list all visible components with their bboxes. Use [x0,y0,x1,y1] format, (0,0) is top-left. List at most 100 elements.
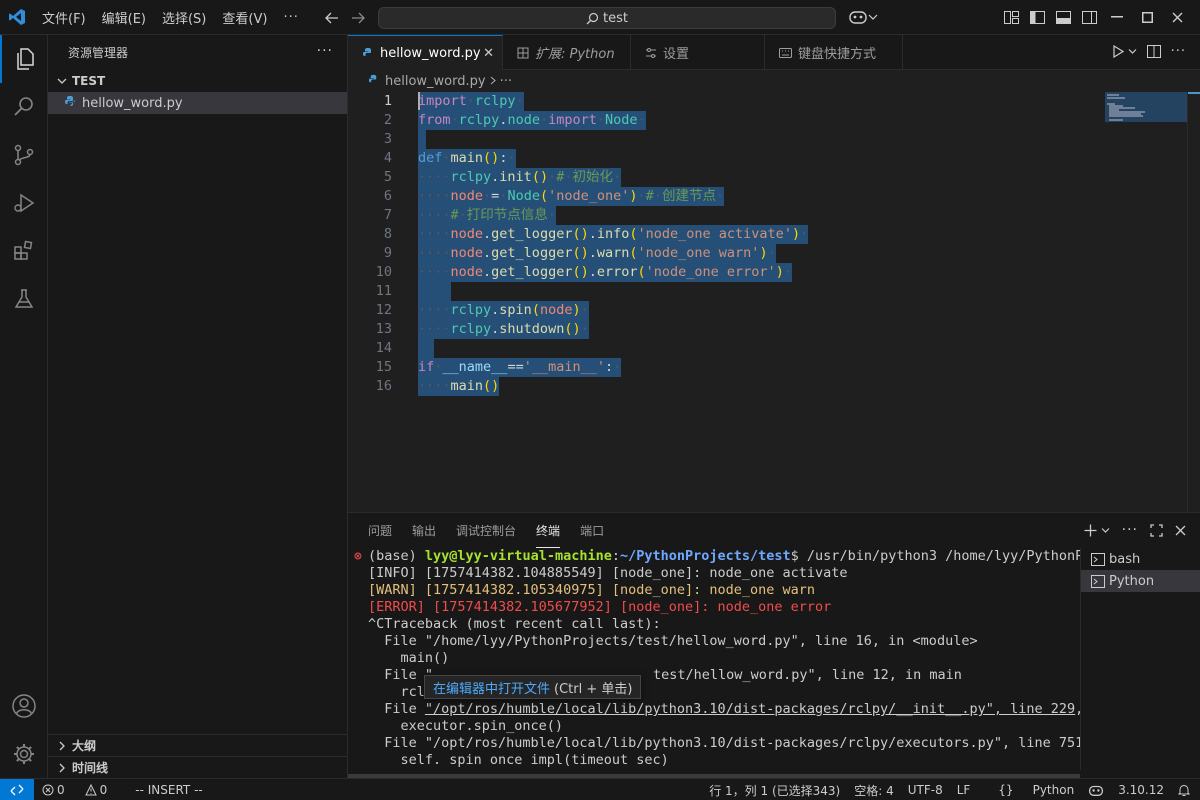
code-editor[interactable]: 1 import·rclpy· 2 from·rclpy.node·import·N… [348,92,1200,512]
code-text: ····rclpy.shutdown()· [418,320,589,339]
outline-section[interactable]: 大纲 [48,734,348,756]
minimize-icon[interactable] [1110,9,1124,25]
close-tab-icon[interactable]: ✕ [483,46,494,61]
vim-mode[interactable]: -- INSERT -- [135,783,202,797]
remote-indicator-icon[interactable] [0,779,34,800]
terminal-output[interactable]: ⊗ (base) lyy@lyy-virtual-machine:~/Pytho… [348,548,1080,770]
menu-file[interactable]: 文件(F) [42,8,86,27]
end-of-line[interactable]: LF [957,783,971,797]
maximize-icon[interactable] [1140,9,1154,25]
explorer-icon[interactable] [0,35,48,83]
copilot-button[interactable] [848,9,878,25]
file-tree-item[interactable]: hellow_word.py [48,92,347,114]
settings-sliders-icon [645,47,657,59]
terminal-label: bash [1109,551,1141,567]
python-file-icon [362,47,374,59]
notifications-bell-icon[interactable] [1178,784,1190,797]
tab-extension-python[interactable]: 扩展: Python [503,35,631,70]
tab-terminal[interactable]: 终端 [536,513,561,548]
source-control-icon[interactable] [0,131,48,179]
terminal-item-python[interactable]: Python [1081,570,1200,592]
tab-label: 键盘快捷方式 [798,47,877,62]
tab-keyboard-shortcuts[interactable]: 键盘快捷方式 [765,35,903,70]
chevron-down-icon[interactable] [1101,527,1110,534]
code-line: 1 import·rclpy· [348,92,1108,111]
problems-status[interactable]: 0 0 [42,783,121,797]
customize-layout-icon[interactable] [1002,9,1020,25]
tab-ports[interactable]: 端口 [580,513,604,548]
file-link[interactable]: "/opt/ros/humble/local/lib/python3.10/di… [425,701,1075,717]
layout-controls [1002,9,1106,25]
split-editor-icon[interactable] [1146,45,1161,58]
toggle-secondary-sidebar-icon[interactable] [1080,9,1098,25]
tab-problems[interactable]: 问题 [368,513,392,548]
copilot-status-icon[interactable] [1088,784,1104,797]
code-text [418,282,451,301]
line-number: 9 [383,245,392,261]
close-panel-icon[interactable] [1175,525,1186,536]
cursor-position[interactable]: 行 1，列 1 (已选择343) [709,782,840,799]
maximize-panel-icon[interactable] [1150,523,1163,537]
code-text: import·rclpy· [418,92,524,111]
menu-view[interactable]: 查看(V) [222,8,267,27]
keyboard-icon [779,47,792,58]
settings-gear-icon[interactable] [0,730,48,778]
back-arrow-icon[interactable] [320,9,344,27]
code-text: def·main():· [418,149,516,168]
more-actions-icon[interactable]: ··· [317,43,333,59]
breadcrumb-file[interactable]: hellow_word.py [385,74,486,89]
tab-label: 设置 [663,47,690,62]
sidebar-header: 资源管理器 ··· [48,35,347,70]
extensions-icon[interactable] [0,227,48,275]
encoding[interactable]: UTF-8 [908,783,943,797]
more-actions-icon[interactable]: ··· [1122,522,1138,538]
run-debug-icon[interactable] [0,179,48,227]
chevron-down-icon [868,14,878,20]
workspace-folder[interactable]: TEST [48,70,347,92]
tab-settings[interactable]: 设置 [631,35,765,70]
close-window-icon[interactable] [1170,9,1184,25]
menu-edit[interactable]: 编辑(E) [102,8,146,27]
forward-arrow-icon[interactable] [346,9,370,27]
minimap[interactable] [1105,92,1187,122]
account-icon[interactable] [0,682,48,730]
terminal-icon [1091,552,1105,566]
warning-icon [84,784,97,796]
tab-hellow-word[interactable]: hellow_word.py ✕ [348,35,503,70]
python-version[interactable]: 3.10.12 [1118,783,1164,797]
open-in-editor-link[interactable]: 在编辑器中打开文件 [433,678,550,697]
menu-more[interactable]: ··· [283,10,298,25]
code-line: 7 ····#·打印节点信息· [348,206,1108,225]
code-line: 15 if·__name__=='__main__':· [348,358,1108,377]
timeline-label: 时间线 [72,761,109,775]
indentation[interactable]: 空格: 4 [854,782,894,799]
chevron-down-icon[interactable] [1128,48,1137,55]
terminal-line: [WARN] [1757414382.105340975] [node_one]… [368,582,816,598]
language-mode[interactable]: {} Python [984,783,1074,797]
tab-debug-console[interactable]: 调试控制台 [456,513,516,548]
search-view-icon[interactable] [0,83,48,131]
terminal-line: executor.spin_once() [368,718,564,734]
breadcrumb-symbols[interactable]: ··· [500,74,512,89]
tab-output[interactable]: 输出 [412,513,436,548]
terminal-line: [ERROR] [1757414382.105677952] [node_one… [368,599,832,615]
error-decoration-icon[interactable]: ⊗ [354,549,362,564]
line-number: 8 [383,226,392,242]
code-text: ····#·打印节点信息· [418,206,556,225]
run-python-file-icon[interactable] [1112,45,1124,58]
testing-icon[interactable] [0,275,48,323]
code-text: ····node.get_logger().info('node_one act… [418,225,809,244]
terminal-item-bash[interactable]: bash [1081,548,1200,570]
new-terminal-icon[interactable] [1084,524,1097,537]
timeline-section[interactable]: 时间线 [48,756,348,778]
terminal-icon [1091,574,1105,588]
editor-scrollbar[interactable] [1187,92,1200,512]
toggle-primary-sidebar-icon[interactable] [1028,9,1046,25]
code-line: 10 ····node.get_logger().error('node_one … [348,263,1108,282]
menu-selection[interactable]: 选择(S) [162,8,206,27]
code-line: 12 ····rclpy.spin(node)· [348,301,1108,320]
search-icon [586,12,599,24]
more-actions-icon[interactable]: ··· [1171,44,1186,59]
command-center-search[interactable]: test [378,7,836,29]
toggle-panel-icon[interactable] [1054,9,1072,25]
